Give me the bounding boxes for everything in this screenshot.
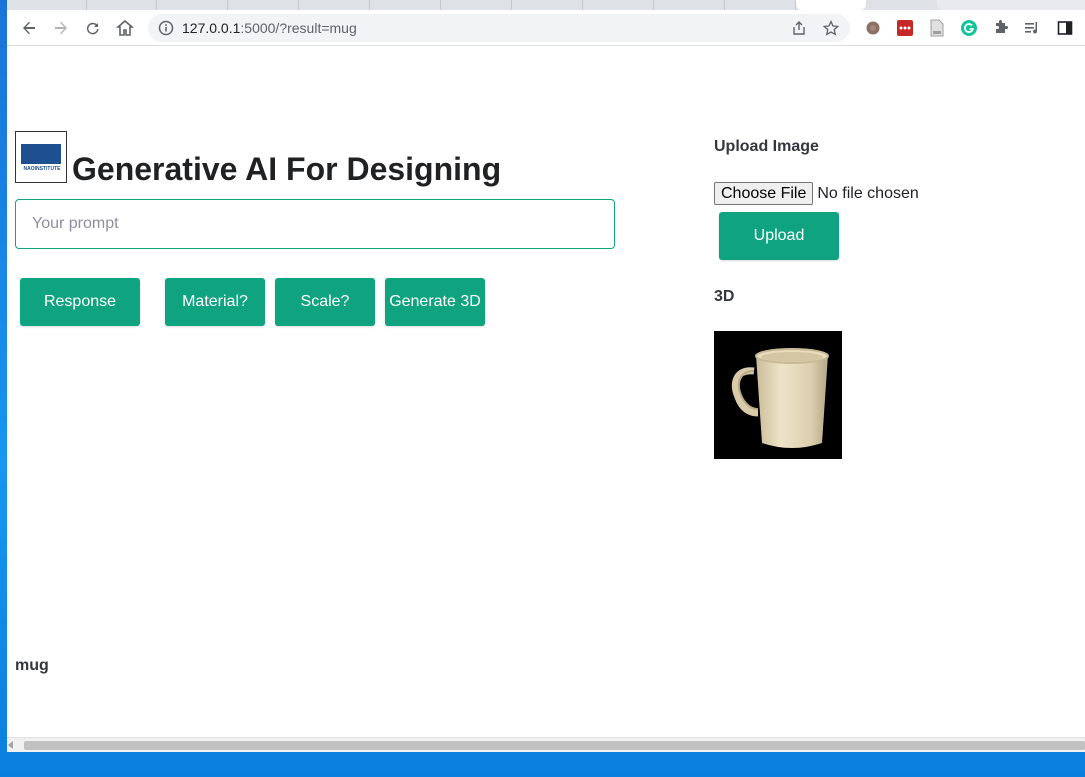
browser-tab[interactable] xyxy=(157,0,228,10)
forward-icon xyxy=(55,21,67,35)
browser-tab[interactable] xyxy=(228,0,299,10)
browser-tab[interactable] xyxy=(512,0,583,10)
extensions-icon[interactable] xyxy=(992,19,1010,37)
institute-logo: NAOINSTITUTE xyxy=(15,131,67,183)
extension-coin-icon[interactable] xyxy=(864,19,882,37)
reload-button[interactable] xyxy=(81,16,105,40)
address-bar[interactable]: 127.0.0.1:5000/?result=mug xyxy=(148,14,850,42)
file-status-text: No file chosen xyxy=(817,184,919,202)
home-icon xyxy=(116,19,134,36)
browser-tab[interactable] xyxy=(7,0,87,10)
media-icon[interactable] xyxy=(1024,19,1042,37)
info-icon[interactable] xyxy=(158,20,174,36)
extension-doc-icon[interactable] xyxy=(928,19,946,37)
page-title: Generative AI For Designing xyxy=(72,151,502,187)
browser-tab[interactable] xyxy=(583,0,654,10)
browser-window: 127.0.0.1:5000/?result=mug NAOINSTITUTE … xyxy=(7,0,1085,752)
scrollbar-thumb[interactable] xyxy=(24,741,1085,750)
browser-tab[interactable] xyxy=(87,0,157,10)
browser-tab[interactable] xyxy=(725,0,796,10)
file-input[interactable]: Choose File No file chosen xyxy=(714,182,919,205)
url-host: 127.0.0.1 xyxy=(182,20,241,36)
share-icon[interactable] xyxy=(790,19,808,37)
material-button[interactable]: Material? xyxy=(165,278,265,326)
sidepanel-icon[interactable] xyxy=(1056,19,1074,37)
browser-toolbar: 127.0.0.1:5000/?result=mug xyxy=(7,10,1085,46)
generate-3d-button[interactable]: Generate 3D xyxy=(385,278,485,326)
response-button[interactable]: Response xyxy=(20,278,140,326)
browser-tab[interactable] xyxy=(654,0,725,10)
page-content: NAOINSTITUTE Generative AI For Designing… xyxy=(7,47,1085,737)
logo-crest xyxy=(21,144,61,164)
logo-text: NAOINSTITUTE xyxy=(23,166,61,172)
extension-dots-icon[interactable] xyxy=(896,19,914,37)
browser-tab-active[interactable] xyxy=(796,0,866,10)
scale-button[interactable]: Scale? xyxy=(275,278,375,326)
horizontal-scrollbar[interactable] xyxy=(7,737,1085,752)
tab-strip xyxy=(7,0,1085,10)
grammarly-icon[interactable] xyxy=(960,19,978,37)
scroll-left-icon[interactable] xyxy=(8,741,13,749)
star-icon[interactable] xyxy=(822,19,840,37)
3d-label: 3D xyxy=(714,288,735,305)
upload-image-label: Upload Image xyxy=(714,138,819,155)
browser-tab[interactable] xyxy=(441,0,512,10)
choose-file-button[interactable]: Choose File xyxy=(714,182,814,205)
browser-tab[interactable] xyxy=(299,0,370,10)
result-text: mug xyxy=(15,657,49,674)
url-text[interactable]: 127.0.0.1:5000/?result=mug xyxy=(182,20,357,36)
3d-preview-image xyxy=(714,331,842,459)
home-button[interactable] xyxy=(113,16,137,40)
upload-button[interactable]: Upload xyxy=(719,212,839,260)
browser-tab[interactable] xyxy=(370,0,441,10)
back-button[interactable] xyxy=(17,16,41,40)
browser-tab[interactable] xyxy=(937,0,1085,10)
mug-render xyxy=(731,348,829,448)
reload-icon xyxy=(86,22,99,35)
back-icon xyxy=(23,21,35,35)
forward-button[interactable] xyxy=(49,16,73,40)
prompt-input[interactable] xyxy=(15,199,615,249)
url-path: :5000/?result=mug xyxy=(240,20,357,36)
